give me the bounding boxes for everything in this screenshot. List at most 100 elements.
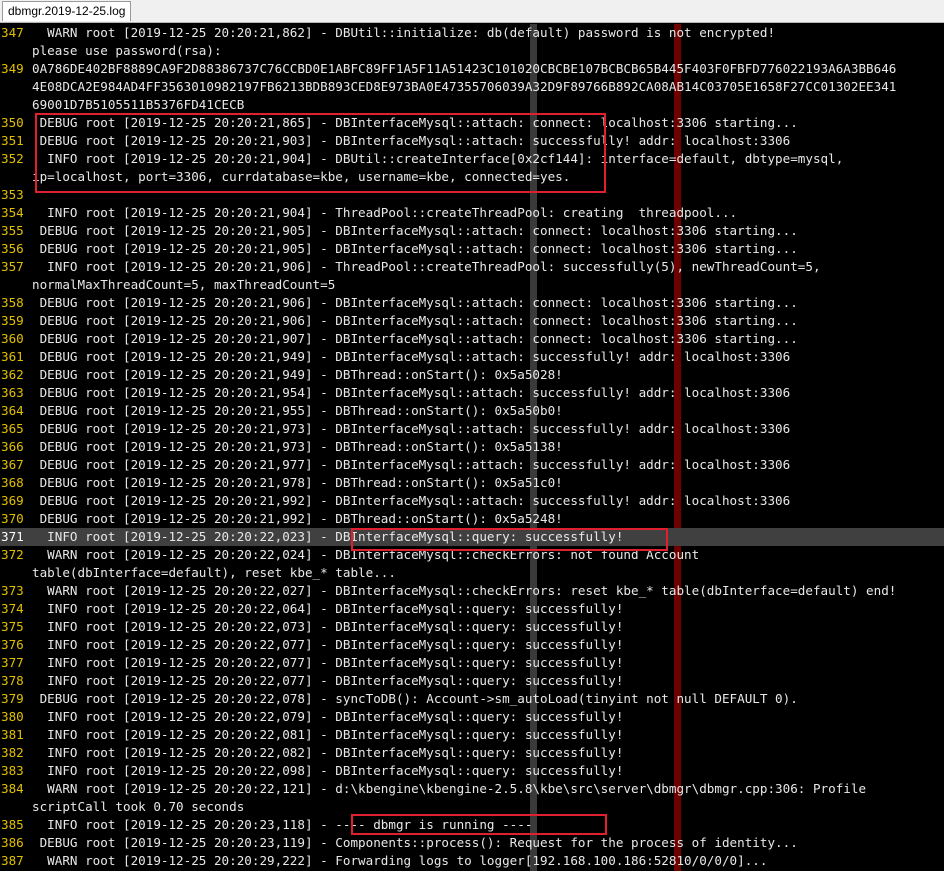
log-line[interactable]: 4E08DCA2E984AD4FF3563010982197FB6213BDB8…	[0, 78, 944, 96]
log-line[interactable]: please use password(rsa):	[0, 42, 944, 60]
log-line[interactable]: 347 WARN root [2019-12-25 20:20:21,862] …	[0, 24, 944, 42]
log-text: DEBUG root [2019-12-25 20:20:21,992] - D…	[32, 511, 563, 526]
line-number: 375	[1, 619, 24, 634]
log-line[interactable]: 363 DEBUG root [2019-12-25 20:20:21,954]…	[0, 384, 944, 402]
log-line[interactable]: normalMaxThreadCount=5, maxThreadCount=5	[0, 276, 944, 294]
line-number: 370	[1, 511, 24, 526]
log-line[interactable]: 381 INFO root [2019-12-25 20:20:22,081] …	[0, 726, 944, 744]
log-text: DEBUG root [2019-12-25 20:20:21,973] - D…	[32, 421, 791, 436]
log-line[interactable]: 373 WARN root [2019-12-25 20:20:22,027] …	[0, 582, 944, 600]
log-text: DEBUG root [2019-12-25 20:20:21,992] - D…	[32, 493, 791, 508]
highlight-box-query-success	[351, 528, 668, 551]
line-number: 368	[1, 475, 24, 490]
log-line[interactable]: 355 DEBUG root [2019-12-25 20:20:21,905]…	[0, 222, 944, 240]
log-line[interactable]: 365 DEBUG root [2019-12-25 20:20:21,973]…	[0, 420, 944, 438]
line-number: 358	[1, 295, 24, 310]
log-line[interactable]: 361 DEBUG root [2019-12-25 20:20:21,949]…	[0, 348, 944, 366]
log-editor[interactable]: 347 WARN root [2019-12-25 20:20:21,862] …	[0, 24, 944, 871]
line-number: 374	[1, 601, 24, 616]
line-number: 381	[1, 727, 24, 742]
line-number: 351	[1, 133, 24, 148]
log-text: INFO root [2019-12-25 20:20:22,081] - DB…	[32, 727, 624, 742]
line-number: 357	[1, 259, 24, 274]
log-line[interactable]: 358 DEBUG root [2019-12-25 20:20:21,906]…	[0, 294, 944, 312]
log-text: INFO root [2019-12-25 20:20:22,077] - DB…	[32, 655, 624, 670]
line-number: 371	[1, 529, 24, 544]
log-text: INFO root [2019-12-25 20:20:22,064] - DB…	[32, 601, 624, 616]
line-number: 353	[1, 187, 24, 202]
log-text: DEBUG root [2019-12-25 20:20:21,949] - D…	[32, 349, 791, 364]
line-number: 366	[1, 439, 24, 454]
log-text: INFO root [2019-12-25 20:20:22,077] - DB…	[32, 637, 624, 652]
log-text: 0A786DE402BF8889CA9F2D88386737C76CCBD0E1…	[32, 61, 897, 76]
log-text: DEBUG root [2019-12-25 20:20:21,906] - D…	[32, 295, 798, 310]
log-line[interactable]: 354 INFO root [2019-12-25 20:20:21,904] …	[0, 204, 944, 222]
line-number: 384	[1, 781, 24, 796]
log-text: WARN root [2019-12-25 20:20:22,027] - DB…	[32, 583, 897, 598]
log-line[interactable]: 356 DEBUG root [2019-12-25 20:20:21,905]…	[0, 240, 944, 258]
log-line[interactable]: 368 DEBUG root [2019-12-25 20:20:21,978]…	[0, 474, 944, 492]
log-line[interactable]: 364 DEBUG root [2019-12-25 20:20:21,955]…	[0, 402, 944, 420]
log-line[interactable]: 382 INFO root [2019-12-25 20:20:22,082] …	[0, 744, 944, 762]
log-line[interactable]: 376 INFO root [2019-12-25 20:20:22,077] …	[0, 636, 944, 654]
log-text: DEBUG root [2019-12-25 20:20:21,905] - D…	[32, 241, 798, 256]
line-number: 377	[1, 655, 24, 670]
line-number: 383	[1, 763, 24, 778]
log-line[interactable]: 366 DEBUG root [2019-12-25 20:20:21,973]…	[0, 438, 944, 456]
log-text: INFO root [2019-12-25 20:20:22,082] - DB…	[32, 745, 624, 760]
log-text: DEBUG root [2019-12-25 20:20:23,119] - C…	[32, 835, 798, 850]
log-text: INFO root [2019-12-25 20:20:22,073] - DB…	[32, 619, 624, 634]
line-number: 367	[1, 457, 24, 472]
log-line[interactable]: 375 INFO root [2019-12-25 20:20:22,073] …	[0, 618, 944, 636]
log-line[interactable]: 367 DEBUG root [2019-12-25 20:20:21,977]…	[0, 456, 944, 474]
log-line[interactable]: 380 INFO root [2019-12-25 20:20:22,079] …	[0, 708, 944, 726]
line-number: 347	[1, 25, 24, 40]
line-number: 382	[1, 745, 24, 760]
log-line[interactable]: 387 WARN root [2019-12-25 20:20:29,222] …	[0, 852, 944, 870]
log-text: please use password(rsa):	[32, 43, 222, 58]
log-text: INFO root [2019-12-25 20:20:21,906] - Th…	[32, 259, 821, 274]
line-number: 373	[1, 583, 24, 598]
log-line[interactable]: 374 INFO root [2019-12-25 20:20:22,064] …	[0, 600, 944, 618]
line-number: 372	[1, 547, 24, 562]
log-text: INFO root [2019-12-25 20:20:22,098] - DB…	[32, 763, 624, 778]
highlight-box-connection	[35, 113, 606, 193]
log-line[interactable]: 379 DEBUG root [2019-12-25 20:20:22,078]…	[0, 690, 944, 708]
line-number: 355	[1, 223, 24, 238]
log-text: WARN root [2019-12-25 20:20:29,222] - Fo…	[32, 853, 768, 868]
log-line[interactable]: 362 DEBUG root [2019-12-25 20:20:21,949]…	[0, 366, 944, 384]
log-line[interactable]: 383 INFO root [2019-12-25 20:20:22,098] …	[0, 762, 944, 780]
log-text: WARN root [2019-12-25 20:20:21,862] - DB…	[32, 25, 776, 40]
log-line[interactable]: 360 DEBUG root [2019-12-25 20:20:21,907]…	[0, 330, 944, 348]
log-line[interactable]: 369 DEBUG root [2019-12-25 20:20:21,992]…	[0, 492, 944, 510]
line-number: 379	[1, 691, 24, 706]
log-text: DEBUG root [2019-12-25 20:20:21,977] - D…	[32, 457, 791, 472]
log-line[interactable]: 359 DEBUG root [2019-12-25 20:20:21,906]…	[0, 312, 944, 330]
line-number: 356	[1, 241, 24, 256]
log-text: DEBUG root [2019-12-25 20:20:21,978] - D…	[32, 475, 563, 490]
line-number: 387	[1, 853, 24, 868]
tab-bar: dbmgr.2019-12-25.log	[0, 0, 944, 23]
log-line[interactable]: 386 DEBUG root [2019-12-25 20:20:23,119]…	[0, 834, 944, 852]
line-number: 361	[1, 349, 24, 364]
log-text: 4E08DCA2E984AD4FF3563010982197FB6213BDB8…	[32, 79, 897, 94]
line-number: 349	[1, 61, 24, 76]
log-text: WARN root [2019-12-25 20:20:22,121] - d:…	[32, 781, 867, 796]
tab-log-file[interactable]: dbmgr.2019-12-25.log	[2, 1, 132, 21]
line-number: 380	[1, 709, 24, 724]
line-number: 359	[1, 313, 24, 328]
log-line[interactable]: 378 INFO root [2019-12-25 20:20:22,077] …	[0, 672, 944, 690]
line-number: 364	[1, 403, 24, 418]
log-line[interactable]: 377 INFO root [2019-12-25 20:20:22,077] …	[0, 654, 944, 672]
log-text: INFO root [2019-12-25 20:20:22,079] - DB…	[32, 709, 624, 724]
log-line[interactable]: 69001D7B5105511B5376FD41CECB	[0, 96, 944, 114]
log-line[interactable]: 384 WARN root [2019-12-25 20:20:22,121] …	[0, 780, 944, 798]
log-line[interactable]: 370 DEBUG root [2019-12-25 20:20:21,992]…	[0, 510, 944, 528]
log-line[interactable]: table(dbInterface=default), reset kbe_* …	[0, 564, 944, 582]
line-number: 362	[1, 367, 24, 382]
log-text: DEBUG root [2019-12-25 20:20:21,907] - D…	[32, 331, 798, 346]
log-text: DEBUG root [2019-12-25 20:20:21,955] - D…	[32, 403, 563, 418]
log-line[interactable]: 349 0A786DE402BF8889CA9F2D88386737C76CCBD…	[0, 60, 944, 78]
log-line[interactable]: 357 INFO root [2019-12-25 20:20:21,906] …	[0, 258, 944, 276]
log-text: DEBUG root [2019-12-25 20:20:22,078] - s…	[32, 691, 798, 706]
